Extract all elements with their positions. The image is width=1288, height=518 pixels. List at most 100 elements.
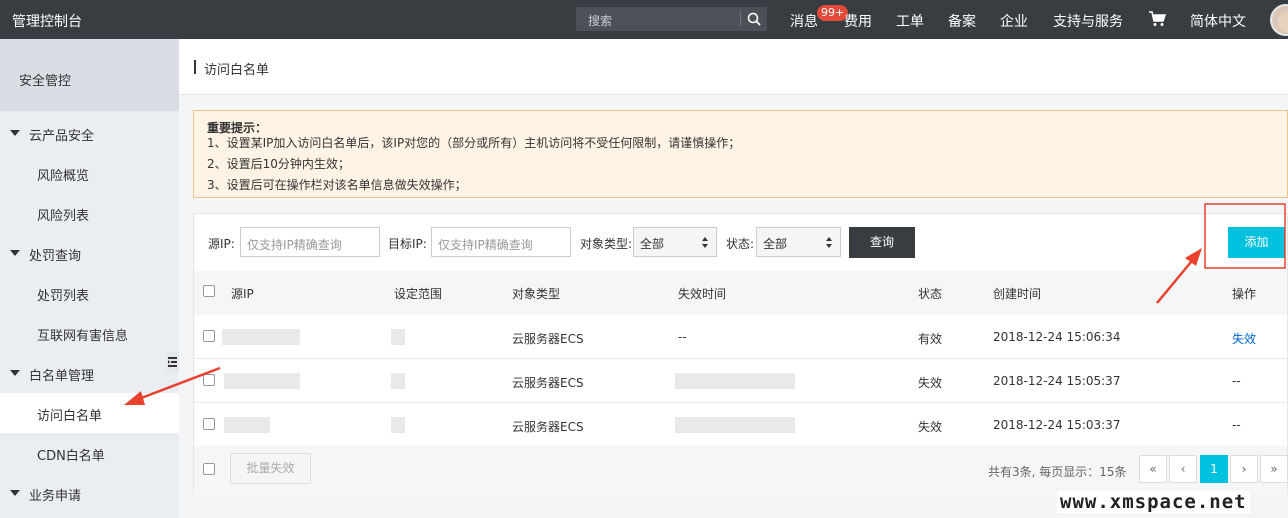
caret-down-icon [10, 130, 20, 136]
disable-link[interactable]: 失效 [1232, 330, 1256, 347]
table-row: 云服务器ECS -- 有效 2018-12-24 15:06:34 失效 [194, 315, 1287, 359]
console-brand[interactable]: 管理控制台 [12, 11, 82, 31]
sidebar-group-label: 业务申请 [29, 489, 82, 504]
title-marker [194, 60, 196, 74]
table-footer: 批量失效 共有3条, 每页显示：15条 « ‹ 1 › » [194, 446, 1288, 494]
redacted-scope [391, 417, 405, 433]
page-header: 访问白名单 [179, 39, 1288, 95]
sidebar-title: 安全管控 [19, 74, 72, 89]
sidebar-item-label: CDN白名单 [37, 449, 105, 464]
sidebar-group-whitelist[interactable]: 白名单管理 [0, 353, 179, 393]
cell-type: 云服务器ECS [512, 332, 584, 346]
sidebar-item-harmful-info[interactable]: 互联网有害信息 [0, 313, 179, 353]
row-checkbox[interactable] [203, 330, 215, 342]
batch-disable-button[interactable]: 批量失效 [230, 453, 311, 484]
nav-support[interactable]: 支持与服务 [1053, 11, 1123, 31]
sidebar-item-label: 风险概览 [37, 169, 90, 184]
cart-icon[interactable] [1148, 11, 1166, 27]
nav-icp-filing[interactable]: 备案 [948, 11, 976, 31]
table-row: 云服务器ECS 失效 2018-12-24 15:03:37 -- [194, 403, 1287, 447]
column-header: 操作 [1232, 287, 1257, 301]
column-header: 创建时间 [993, 287, 1042, 301]
sidebar-item-penalty-list[interactable]: 处罚列表 [0, 273, 179, 313]
search-divider [740, 11, 741, 27]
prev-page-button[interactable]: ‹ [1169, 455, 1197, 483]
status-value: 全部 [763, 237, 788, 251]
important-notice: 重要提示： 1、设置某IP加入访问白名单后，该IP对您的（部分或所有）主机访问将… [193, 110, 1288, 198]
sidebar-item-risk-list[interactable]: 风险列表 [0, 193, 179, 233]
cell-status: 失效 [918, 376, 943, 390]
search-box[interactable]: 搜索 [576, 7, 767, 31]
last-page-button[interactable]: » [1260, 455, 1288, 483]
caret-down-icon [10, 250, 20, 256]
caret-down-icon [10, 370, 20, 376]
cell-status: 有效 [918, 332, 943, 346]
select-all-checkbox[interactable] [203, 285, 215, 297]
sidebar-group-penalty[interactable]: 处罚查询 [0, 233, 179, 273]
src-ip-label: 源IP: [208, 237, 235, 251]
watermark: www.xmspace.net [1057, 491, 1250, 513]
column-header: 对象类型 [512, 287, 561, 301]
sidebar-header: 安全管控 [0, 39, 179, 111]
redacted-expire-time [675, 373, 795, 389]
src-ip-input[interactable]: 仅支持IP精确查询 [240, 227, 380, 257]
footer-select-all-checkbox[interactable] [203, 463, 215, 475]
sidebar-collapse-icon[interactable] [166, 352, 179, 372]
nav-tickets[interactable]: 工单 [896, 11, 924, 31]
dst-ip-label: 目标IP: [388, 237, 427, 251]
search-input[interactable]: 搜索 [588, 12, 612, 29]
notice-line: 1、设置某IP加入访问白名单后，该IP对您的（部分或所有）主机访问将不受任何限制… [207, 136, 741, 150]
column-header: 源IP [231, 287, 254, 301]
redacted-ip [224, 417, 270, 433]
status-select[interactable]: 全部 [756, 227, 841, 257]
sidebar-item-risk-overview[interactable]: 风险概览 [0, 153, 179, 193]
select-arrows-icon [826, 237, 832, 248]
notice-line: 3、设置后可在操作栏对该名单信息做失效操作； [207, 178, 467, 192]
query-button[interactable]: 查询 [849, 227, 915, 258]
redacted-expire-time [675, 417, 795, 433]
redacted-ip [224, 373, 300, 389]
sidebar-item-label: 访问白名单 [37, 409, 103, 424]
search-icon[interactable] [746, 11, 762, 27]
sidebar-item-cdn-whitelist[interactable]: CDN白名单 [0, 433, 179, 473]
column-header: 状态 [918, 287, 943, 301]
pagination-info: 共有3条, 每页显示：15条 [988, 465, 1127, 479]
column-header: 设定范围 [394, 287, 443, 301]
sidebar-group-label: 处罚查询 [29, 249, 82, 264]
nav-enterprise[interactable]: 企业 [1000, 11, 1028, 31]
cell-created: 2018-12-24 15:06:34 [993, 330, 1121, 344]
sidebar-item-access-whitelist[interactable]: 访问白名单 [0, 393, 179, 433]
sidebar-group-business-apply[interactable]: 业务申请 [0, 473, 179, 513]
object-type-select[interactable]: 全部 [633, 227, 717, 257]
select-arrows-icon [702, 237, 708, 248]
avatar[interactable] [1270, 4, 1288, 36]
redacted-scope [391, 329, 405, 345]
add-button[interactable]: 添加 [1228, 227, 1285, 258]
page-title: 访问白名单 [204, 63, 270, 78]
row-checkbox[interactable] [203, 418, 215, 430]
sidebar-group-cloud-security[interactable]: 云产品安全 [0, 113, 179, 153]
object-type-label: 对象类型: [580, 237, 633, 251]
cell-created: 2018-12-24 15:05:37 [993, 374, 1121, 388]
redacted-scope [391, 373, 405, 389]
top-bar: 管理控制台 搜索 消息 99+ 费用 工单 备案 企业 支持与服务 简体中文 [0, 0, 1288, 39]
sidebar-group-label: 白名单管理 [29, 369, 95, 384]
cell-action: -- [1232, 418, 1241, 432]
nav-messages[interactable]: 消息 [790, 11, 818, 31]
first-page-button[interactable]: « [1139, 455, 1167, 483]
row-checkbox[interactable] [203, 374, 215, 386]
sidebar-item-label: 风险列表 [37, 209, 90, 224]
nav-billing[interactable]: 费用 [844, 11, 872, 31]
nav-language[interactable]: 简体中文 [1190, 11, 1246, 31]
page-1-button[interactable]: 1 [1200, 455, 1228, 483]
cell-status: 失效 [918, 420, 943, 434]
sidebar: 安全管控 云产品安全 风险概览 风险列表 处罚查询 处罚列表 互联网有害信息 白… [0, 39, 179, 518]
sidebar-group-label: 云产品安全 [29, 129, 95, 144]
src-ip-placeholder: 仅支持IP精确查询 [247, 238, 342, 252]
dst-ip-input[interactable]: 仅支持IP精确查询 [431, 227, 571, 257]
avatar-face [1278, 12, 1288, 32]
next-page-button[interactable]: › [1230, 455, 1258, 483]
status-label: 状态: [726, 237, 755, 251]
cell-type: 云服务器ECS [512, 420, 584, 434]
table-header: 源IP 设定范围 对象类型 失效时间 状态 创建时间 操作 [194, 271, 1287, 315]
